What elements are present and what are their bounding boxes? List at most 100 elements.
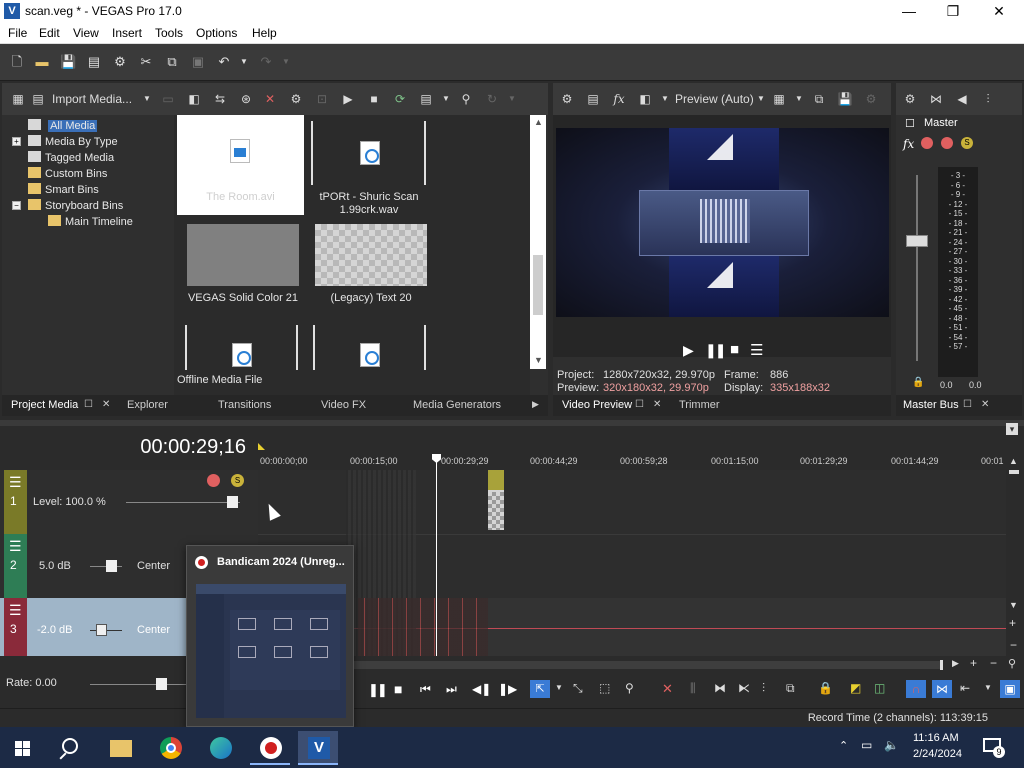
normal-edit-tool-icon[interactable]: ⇱ bbox=[530, 680, 550, 698]
search-icon[interactable]: ⚲ bbox=[458, 91, 474, 107]
speaker-icon[interactable]: ◀ bbox=[954, 91, 970, 107]
lock-icon[interactable]: ▣ bbox=[1000, 680, 1020, 698]
insert-region-icon[interactable]: ◫ bbox=[874, 681, 885, 695]
stop-icon[interactable]: ■ bbox=[730, 341, 739, 358]
level-slider-handle[interactable] bbox=[227, 496, 238, 508]
downmix-icon[interactable]: ⋈ bbox=[928, 91, 944, 107]
undo-dropdown-icon[interactable]: ▼ bbox=[236, 54, 252, 70]
preview-quality-select[interactable]: Preview (Auto) bbox=[675, 92, 754, 106]
track-lanes[interactable] bbox=[258, 456, 1006, 656]
tab-explorer[interactable]: Explorer bbox=[127, 399, 168, 411]
split-screen-icon[interactable]: ◧ bbox=[637, 91, 653, 107]
insert-marker-icon[interactable]: ◩ bbox=[850, 681, 861, 695]
scroll-down-icon[interactable]: ▼ bbox=[1009, 600, 1018, 610]
previous-frame-icon[interactable]: ◀❚ bbox=[472, 682, 491, 696]
media-item-solid-color[interactable]: VEGAS Solid Color 21 bbox=[179, 292, 307, 305]
tab-maximize-icon[interactable]: ☐ bbox=[635, 399, 644, 410]
bandicam-window-thumbnail[interactable] bbox=[196, 584, 346, 718]
tab-maximize-icon[interactable]: ☐ bbox=[963, 399, 972, 410]
lock-envelopes-icon[interactable]: 🔒 bbox=[818, 681, 833, 695]
mute-icon[interactable] bbox=[941, 137, 953, 149]
edge-icon[interactable] bbox=[200, 731, 240, 765]
audio-clip-track3[interactable] bbox=[358, 598, 488, 656]
tab-close-icon[interactable]: ✕ bbox=[981, 399, 989, 410]
overlays-dropdown-icon[interactable]: ▼ bbox=[791, 91, 807, 107]
auto-ripple-icon[interactable]: ⇤ bbox=[960, 681, 970, 695]
new-project-icon[interactable]: 🗋 bbox=[9, 54, 25, 70]
scroll-thumb[interactable] bbox=[533, 255, 543, 315]
timeline-h-scrollbar[interactable]: ▶ + − ⚲ bbox=[350, 656, 1022, 672]
go-to-start-icon[interactable]: ⏮ bbox=[420, 682, 431, 697]
auto-ripple-dropdown-icon[interactable]: ▼ bbox=[984, 683, 992, 692]
cut-icon[interactable]: ✂ bbox=[138, 54, 154, 70]
paste-icon[interactable]: ▣ bbox=[190, 54, 206, 70]
mixer-settings-gear-icon[interactable]: ⚙ bbox=[902, 91, 918, 107]
external-monitor-icon[interactable]: ▤ bbox=[585, 91, 601, 107]
split-dropdown-icon[interactable]: ▼ bbox=[657, 91, 673, 107]
undo-icon[interactable]: ↶ bbox=[216, 54, 232, 70]
track-menu-icon[interactable]: ☰ bbox=[9, 474, 22, 491]
media-item-text-thumb[interactable] bbox=[315, 224, 427, 286]
tree-tagged-media[interactable]: Tagged Media bbox=[28, 151, 114, 164]
copy-icon[interactable]: ⧉ bbox=[164, 54, 180, 70]
tab-master-bus[interactable]: Master Bus bbox=[903, 399, 959, 411]
redo-icon[interactable]: ↷ bbox=[258, 54, 274, 70]
tabs-scroll-right-icon[interactable]: ▶ bbox=[532, 399, 539, 410]
vegas-taskbar-icon[interactable]: V bbox=[298, 731, 338, 765]
tree-main-timeline[interactable]: Main Timeline bbox=[48, 215, 133, 228]
fader-lock-icon[interactable]: 🔒 bbox=[912, 377, 924, 388]
import-dropdown-icon[interactable]: ▼ bbox=[139, 91, 155, 107]
tree-custom-bins[interactable]: Custom Bins bbox=[28, 167, 107, 180]
ripple-icon[interactable]: ⧉ bbox=[786, 681, 795, 696]
start-button[interactable] bbox=[2, 731, 42, 765]
track-menu-icon[interactable]: ☰ bbox=[9, 538, 22, 555]
zoom-out-track-icon[interactable]: − bbox=[1010, 638, 1017, 652]
next-frame-icon[interactable]: ❚▶ bbox=[498, 682, 517, 696]
tree-smart-bins[interactable]: Smart Bins bbox=[28, 183, 99, 196]
open-project-icon[interactable]: ▬ bbox=[34, 54, 50, 70]
playhead-cursor[interactable] bbox=[436, 456, 437, 656]
track-menu-icon[interactable]: ☰ bbox=[9, 602, 22, 619]
video-fx-icon[interactable]: fx bbox=[611, 91, 627, 107]
file-explorer-icon[interactable] bbox=[100, 731, 140, 765]
pause-icon[interactable]: ❚❚ bbox=[705, 342, 727, 359]
bandicam-thumbnail-popup[interactable]: Bandicam 2024 (Unreg... bbox=[186, 545, 354, 727]
automation-icon[interactable] bbox=[921, 137, 933, 149]
auto-preview-icon[interactable]: ⟳ bbox=[392, 91, 408, 107]
track-solo-icon[interactable]: S bbox=[231, 474, 244, 487]
selection-tool-icon[interactable]: ⬚ bbox=[599, 681, 610, 695]
redo-dropdown-icon[interactable]: ▼ bbox=[278, 54, 294, 70]
solo-icon[interactable]: S bbox=[961, 137, 973, 149]
tab-video-preview[interactable]: Video Preview bbox=[562, 399, 632, 411]
delete-icon[interactable]: ✕ bbox=[662, 681, 673, 697]
master-checkbox[interactable]: ☐ bbox=[905, 117, 915, 130]
scroll-up-icon[interactable]: ▲ bbox=[534, 117, 543, 127]
stop-icon[interactable]: ■ bbox=[394, 681, 402, 697]
media-properties-icon[interactable]: ⚙ bbox=[288, 91, 304, 107]
split-icon[interactable]: ⫶ bbox=[762, 681, 765, 696]
edit-tool-dropdown-icon[interactable]: ▼ bbox=[555, 683, 563, 692]
tab-transitions[interactable]: Transitions bbox=[218, 399, 271, 411]
preview-settings-gear-icon[interactable]: ⚙ bbox=[559, 91, 575, 107]
import-media-button[interactable]: Import Media... bbox=[52, 92, 132, 106]
tree-storyboard-bins[interactable]: Storyboard Bins bbox=[28, 199, 123, 212]
zoom-out-time-icon[interactable]: − bbox=[990, 656, 997, 670]
save-icon[interactable]: 💾 bbox=[60, 54, 76, 70]
tab-media-generators[interactable]: Media Generators bbox=[413, 399, 501, 411]
panel-menu-icon[interactable]: ▦ bbox=[10, 91, 26, 107]
scroll-right-icon[interactable]: ▶ bbox=[952, 658, 959, 669]
trim-start-icon[interactable]: ⧓ bbox=[714, 681, 726, 695]
remove-media-icon[interactable]: ✕ bbox=[262, 91, 278, 107]
master-fx-icon[interactable]: fx bbox=[903, 137, 914, 151]
tab-video-fx[interactable]: Video FX bbox=[321, 399, 366, 411]
capture-icon[interactable]: ▭ bbox=[160, 91, 176, 107]
zoom-in-time-icon[interactable]: + bbox=[970, 656, 977, 670]
preview-extra-icon[interactable]: ⚙ bbox=[863, 91, 879, 107]
play-media-icon[interactable]: ▶ bbox=[340, 91, 356, 107]
tab-close-icon[interactable]: ✕ bbox=[653, 399, 661, 410]
auto-crossfade-icon[interactable]: ⋈ bbox=[932, 680, 952, 698]
track-automation-icon[interactable] bbox=[207, 474, 220, 487]
media-scrollbar[interactable]: ▲ ▼ bbox=[530, 115, 546, 369]
tree-media-by-type[interactable]: Media By Type bbox=[28, 135, 118, 148]
master-fader-handle[interactable] bbox=[906, 235, 928, 247]
